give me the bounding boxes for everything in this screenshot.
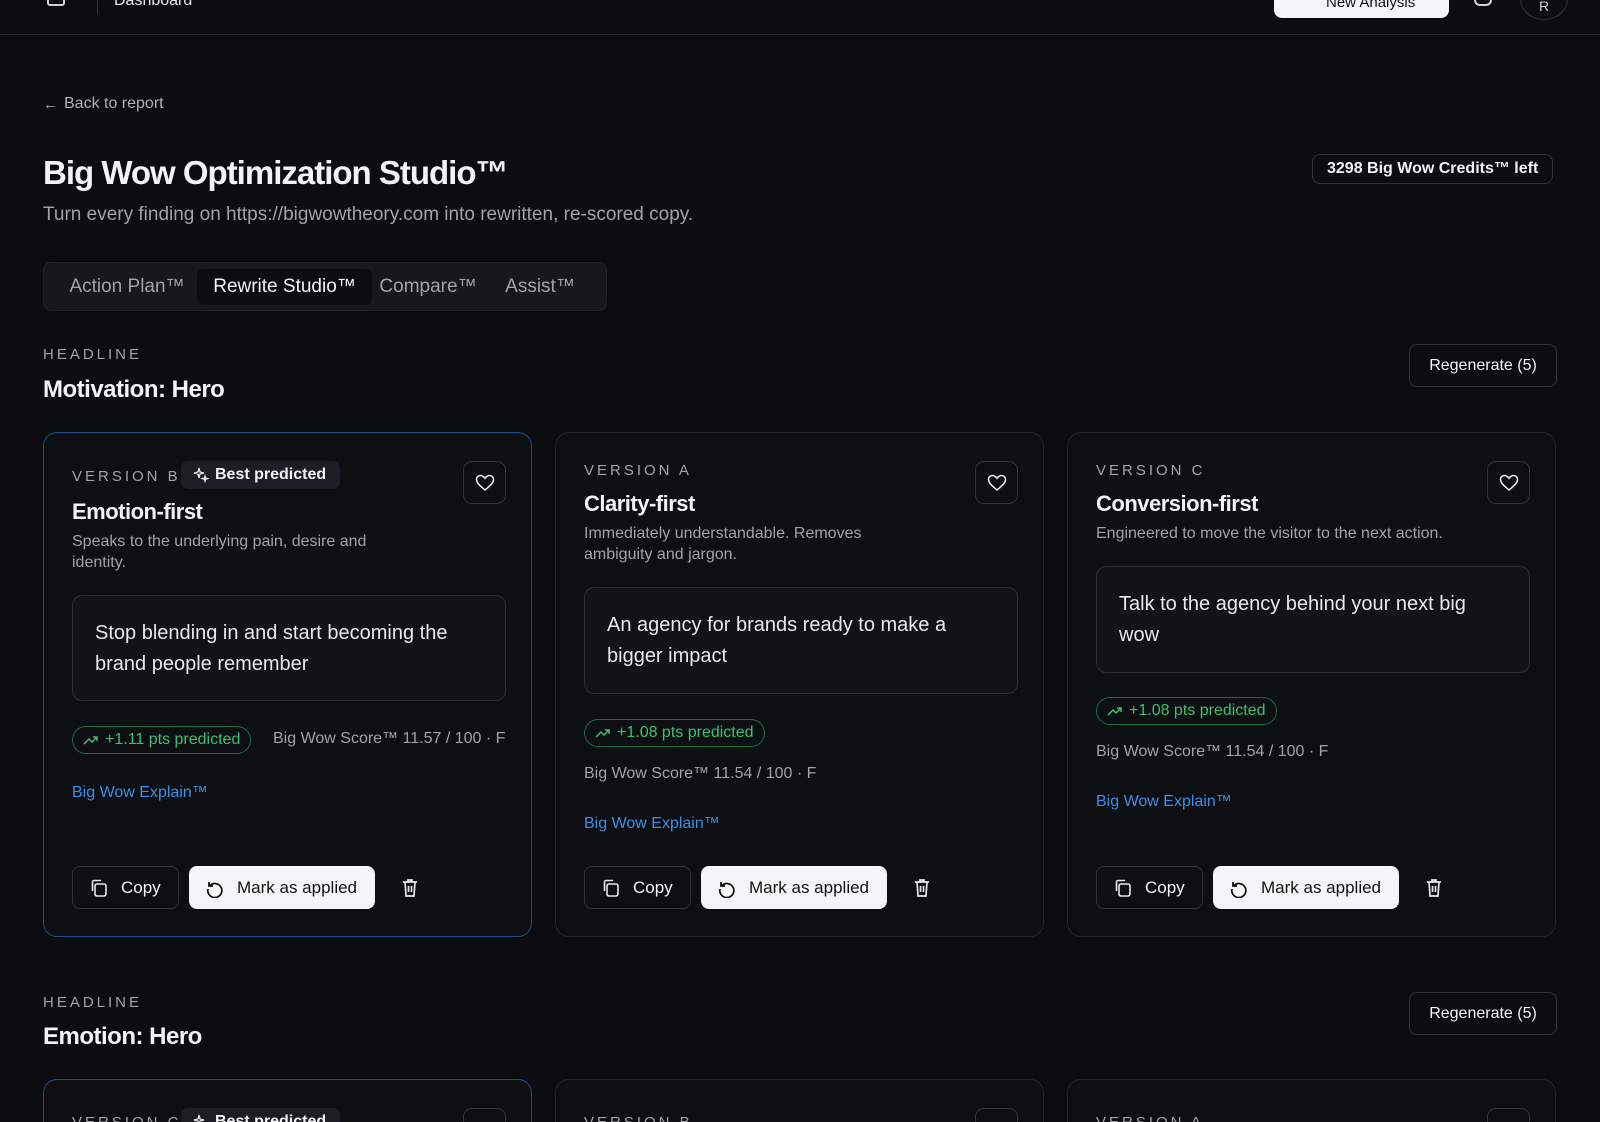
favorite-button[interactable] xyxy=(975,1108,1018,1122)
copy-label: Copy xyxy=(633,877,673,897)
version-label: VERSION C xyxy=(1096,462,1206,479)
card-title: Emotion-first xyxy=(72,499,203,524)
section-title: Motivation: Hero xyxy=(43,376,225,403)
mark-applied-label: Mark as applied xyxy=(237,877,358,897)
best-predicted-badge: Best predicted xyxy=(181,461,341,489)
trash-icon[interactable] xyxy=(398,876,422,900)
new-analysis-button[interactable]: New Analysis xyxy=(1274,0,1449,18)
points-label: +1.11 pts predicted xyxy=(105,731,241,748)
card-title: Conversion-first xyxy=(1096,491,1258,516)
back-link[interactable]: ← Back to report xyxy=(43,95,164,113)
points-label: +1.08 pts predicted xyxy=(617,724,754,741)
back-link-label: Back to report xyxy=(64,95,164,112)
trash-icon[interactable] xyxy=(910,876,934,900)
version-label: VERSION A xyxy=(1096,1114,1204,1122)
copy-icon xyxy=(1115,879,1131,897)
mark-applied-button[interactable]: Mark as applied xyxy=(701,866,887,909)
favorite-button[interactable] xyxy=(463,1108,506,1122)
heart-icon xyxy=(475,474,494,491)
card-description: Immediately understandable. Removes ambi… xyxy=(584,525,862,563)
section-title: Emotion: Hero xyxy=(43,1023,202,1050)
avatar[interactable]: R xyxy=(1520,0,1568,20)
version-card: VERSION A Clarity-first Immediately unde… xyxy=(555,432,1044,937)
copy-icon xyxy=(91,879,107,897)
explain-link[interactable]: Big Wow Explain™ xyxy=(1096,793,1232,811)
favorite-button[interactable] xyxy=(463,461,506,504)
section-label: HEADLINE xyxy=(43,994,143,1011)
favorite-button[interactable] xyxy=(1487,1108,1530,1122)
version-label: VERSION C xyxy=(72,1114,182,1122)
mark-applied-button[interactable]: Mark as applied xyxy=(189,866,375,909)
card-description: Speaks to the underlying pain, desire an… xyxy=(72,533,367,571)
card-description: Engineered to move the visitor to the ne… xyxy=(1096,525,1443,542)
rewrite-text: An agency for brands ready to make a big… xyxy=(584,587,1018,694)
best-predicted-badge: Best predicted xyxy=(181,1108,341,1122)
version-card: VERSION C Conversion-first Engineered to… xyxy=(1067,432,1556,937)
predicted-points-badge: +1.08 pts predicted xyxy=(1096,697,1277,725)
favorite-button[interactable] xyxy=(1487,461,1530,504)
badge-label: Best predicted xyxy=(215,1113,327,1122)
heart-icon xyxy=(987,474,1006,491)
new-analysis-label: New Analysis xyxy=(1326,0,1416,11)
copy-label: Copy xyxy=(121,877,161,897)
undo-icon xyxy=(1231,881,1247,898)
explain-link[interactable]: Big Wow Explain™ xyxy=(72,784,208,802)
trash-icon[interactable] xyxy=(1422,876,1446,900)
rewrite-text: Stop blending in and start becoming the … xyxy=(72,595,506,701)
version-card: VERSION B xyxy=(555,1079,1044,1122)
score-text: Big Wow Score™ 11.54 / 100 · F xyxy=(1096,743,1329,760)
trend-up-icon xyxy=(595,729,610,738)
points-label: +1.08 pts predicted xyxy=(1129,702,1266,719)
tab-compare[interactable]: Compare™ xyxy=(374,269,482,305)
score-text: Big Wow Score™ 11.54 / 100 · F xyxy=(584,765,817,782)
copy-button[interactable]: Copy xyxy=(1096,866,1203,909)
copy-button[interactable]: Copy xyxy=(72,866,179,909)
mark-applied-label: Mark as applied xyxy=(749,877,870,897)
section-label: HEADLINE xyxy=(43,346,143,363)
version-label: VERSION B xyxy=(584,1114,693,1122)
mark-applied-button[interactable]: Mark as applied xyxy=(1213,866,1399,909)
tab-bar: Action Plan™ Rewrite Studio™ Compare™ As… xyxy=(43,262,607,311)
predicted-points-badge: +1.11 pts predicted xyxy=(72,726,252,754)
divider xyxy=(97,0,98,14)
rewrite-text: Talk to the agency behind your next big … xyxy=(1096,566,1530,673)
version-card: VERSION A xyxy=(1067,1079,1556,1122)
notification-icon[interactable] xyxy=(1474,0,1492,6)
top-bar: Dashboard New Analysis R xyxy=(0,0,1600,35)
regenerate-button[interactable]: Regenerate (5) xyxy=(1409,344,1557,387)
page-title: Big Wow Optimization Studio™ xyxy=(43,154,509,191)
score-text: Big Wow Score™ 11.57 / 100 · F xyxy=(273,730,506,747)
sidebar-toggle-icon[interactable] xyxy=(47,0,65,6)
badge-label: Best predicted xyxy=(215,466,327,483)
tab-rewrite-studio[interactable]: Rewrite Studio™ xyxy=(197,269,372,305)
page-subtitle: Turn every finding on https://bigwowtheo… xyxy=(43,204,694,225)
version-card: VERSION B Best predicted Emotion-first S… xyxy=(43,432,532,937)
copy-button[interactable]: Copy xyxy=(584,866,691,909)
favorite-button[interactable] xyxy=(975,461,1018,504)
copy-icon xyxy=(603,879,619,897)
regenerate-button[interactable]: Regenerate (5) xyxy=(1409,992,1557,1035)
version-label: VERSION A xyxy=(584,462,692,479)
heart-icon xyxy=(1499,474,1518,491)
undo-icon xyxy=(719,881,735,898)
credits-badge: 3298 Big Wow Credits™ left xyxy=(1312,154,1554,184)
card-title: Clarity-first xyxy=(584,491,695,516)
version-card: VERSION C Best predicted xyxy=(43,1079,532,1122)
undo-icon xyxy=(207,881,223,898)
copy-label: Copy xyxy=(1145,877,1185,897)
sparkle-icon xyxy=(193,467,209,483)
mark-applied-label: Mark as applied xyxy=(1261,877,1382,897)
explain-link[interactable]: Big Wow Explain™ xyxy=(584,815,720,833)
predicted-points-badge: +1.08 pts predicted xyxy=(584,719,765,747)
trend-up-icon xyxy=(83,736,98,745)
trend-up-icon xyxy=(1107,707,1122,716)
tab-action-plan[interactable]: Action Plan™ xyxy=(52,269,202,305)
arrow-left-icon: ← xyxy=(43,95,58,113)
version-label: VERSION B xyxy=(72,468,181,485)
breadcrumb[interactable]: Dashboard xyxy=(114,0,192,10)
tab-assist[interactable]: Assist™ xyxy=(496,269,584,305)
sparkle-icon xyxy=(193,1114,205,1122)
